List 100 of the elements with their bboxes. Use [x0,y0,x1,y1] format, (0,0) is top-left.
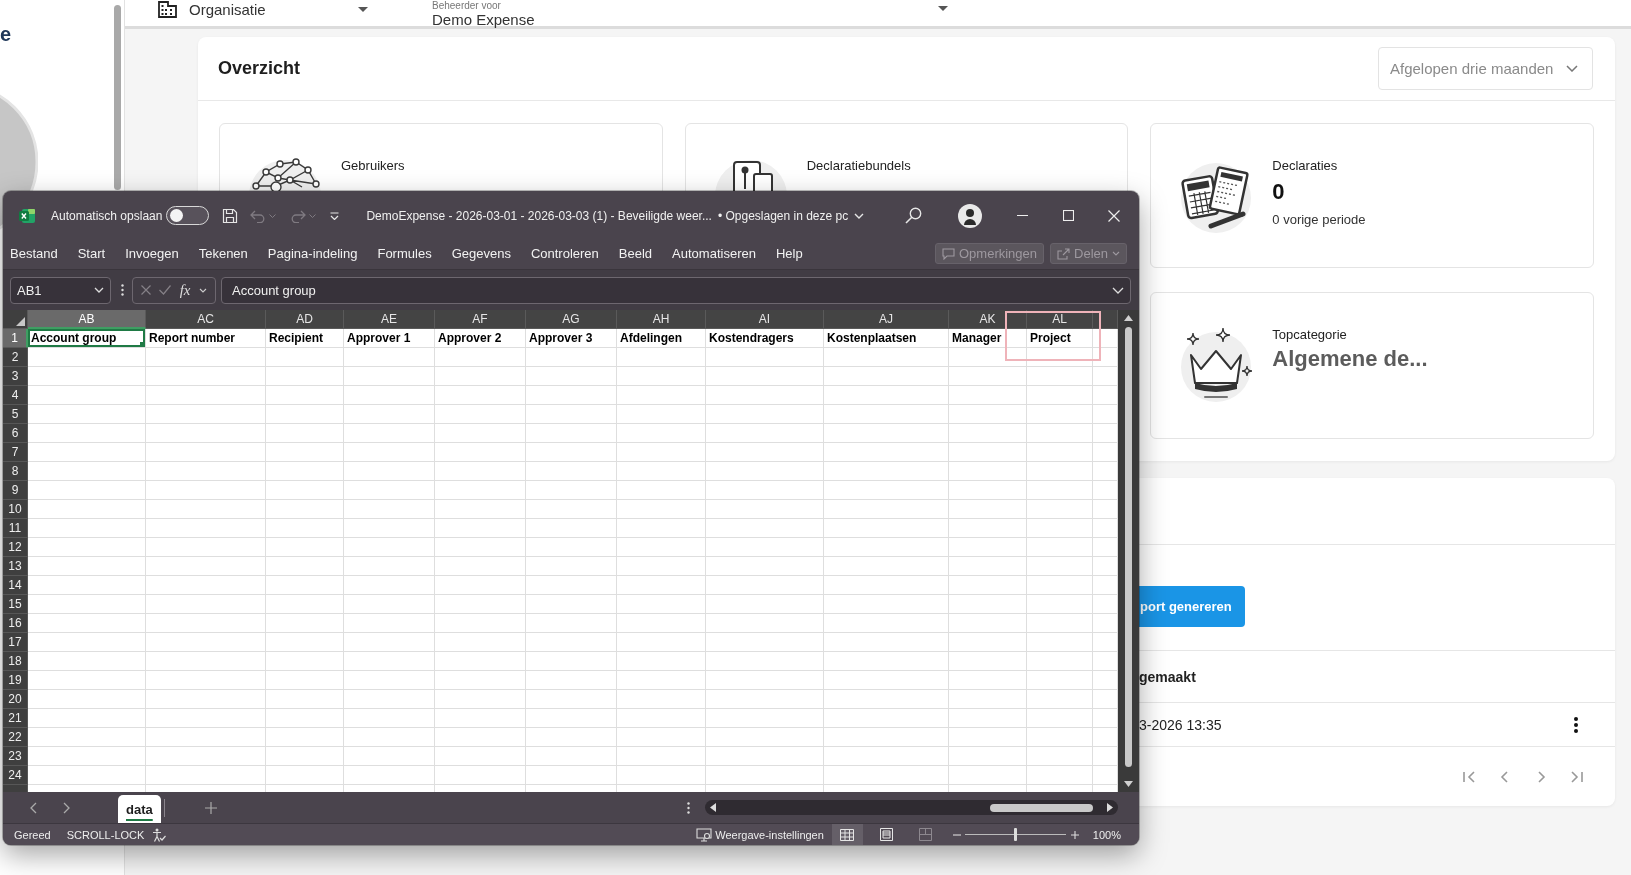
menu-tab[interactable]: Gegevens [451,246,511,261]
table-cell: Account group [28,329,146,348]
row-header[interactable]: 2 [3,348,28,367]
table-cell: 3-2026 13:35 [1139,716,1222,733]
close-icon[interactable] [1108,209,1120,222]
cancel-icon[interactable] [141,285,152,295]
column-header[interactable]: AD [266,310,344,329]
plus-icon[interactable] [204,801,217,814]
column-header[interactable]: AJ [824,310,949,329]
chevron-down-icon[interactable] [198,287,207,293]
zoom-level-text: 100% [1092,828,1121,841]
save-icon[interactable] [222,207,239,224]
table-cell: Afdelingen [617,329,706,348]
column-header[interactable]: AB [28,310,146,329]
row-header[interactable]: 24 [3,766,28,785]
row-header[interactable]: 19 [3,671,28,690]
menu-tab[interactable]: Invoegen [125,246,179,261]
menu-tab[interactable]: Automatiseren [672,246,756,261]
scroll-left-icon[interactable] [710,803,716,812]
name-box[interactable]: AB1 [10,276,111,304]
row-header[interactable]: 21 [3,709,28,728]
display-settings-button[interactable]: Weergave-instellingen [696,827,824,842]
row-header[interactable]: 15 [3,595,28,614]
more-icon[interactable] [1574,716,1578,733]
checkmark-icon[interactable] [159,285,172,295]
column-header[interactable]: AE [344,310,435,329]
save-status-menu[interactable]: • Opgeslagen in deze pc [717,208,865,223]
menu-tab[interactable]: Bestand [10,246,58,261]
document-title: DemoExpense - 2026-03-01 - 2026-03-03 (1) - Beveiligde weer... [366,208,712,223]
column-header[interactable]: AG [526,310,617,329]
manager-select[interactable]: Beheerder voor Demo Expense [432,0,948,28]
row-header[interactable]: 14 [3,576,28,595]
menu-tab[interactable]: Controleren [530,246,599,261]
horizontal-scrollbar[interactable] [705,800,1118,815]
menu-tab[interactable]: Pagina-indeling [267,246,358,261]
insert-function-button[interactable]: fx [179,281,191,299]
row-header[interactable]: 4 [3,386,28,405]
card-title: Overzicht [218,58,301,79]
first-page-icon[interactable] [1462,769,1476,784]
customize-caret-icon[interactable] [330,211,340,220]
chevron-right-icon[interactable] [63,801,70,814]
scroll-right-icon[interactable] [1107,803,1113,812]
row-header[interactable]: 13 [3,557,28,576]
table-cell: Recipient [266,329,344,348]
select-all-button[interactable] [3,310,28,329]
formula-field[interactable]: Account group [221,276,1131,304]
row-header[interactable]: 20 [3,690,28,709]
column-header[interactable]: AF [435,310,526,329]
row-header[interactable]: 10 [3,500,28,519]
avatar-icon[interactable] [958,203,982,228]
row-header[interactable]: 5 [3,405,28,424]
slider-thumb[interactable] [1014,828,1018,841]
scrollbar-thumb[interactable] [1125,327,1132,767]
row-header[interactable]: 6 [3,424,28,443]
column-header[interactable]: AH [617,310,706,329]
column-header[interactable]: AK [949,310,1027,329]
column-header[interactable]: AI [706,310,824,329]
row-header[interactable]: 3 [3,367,28,386]
row-header[interactable]: 9 [3,481,28,500]
sidebar-scrollbar[interactable] [114,5,121,190]
row-header[interactable]: 8 [3,462,28,481]
period-dropdown[interactable]: Afgelopen drie maanden [1378,47,1593,90]
menu-tab[interactable]: Beeld [618,246,653,261]
row-header[interactable]: 16 [3,614,28,633]
vertical-dots-icon[interactable] [121,284,124,296]
menu-tab[interactable]: Help [775,246,803,261]
stat-label: Gebruikers [341,157,405,175]
building-icon [158,0,177,18]
row-header[interactable]: 11 [3,519,28,538]
autosave-toggle[interactable] [166,206,210,225]
status-text: Gereed [14,828,51,841]
stat-label: Topcategorie [1272,326,1347,344]
stat-label: Declaraties [1272,157,1338,175]
row-header[interactable]: 23 [3,747,28,766]
row-header[interactable]: 1 [3,329,28,348]
row-header[interactable]: 18 [3,652,28,671]
row-header[interactable]: 12 [3,538,28,557]
maximize-icon[interactable] [1062,210,1074,221]
menu-tab[interactable]: Tekenen [198,246,248,261]
column-header[interactable]: AC [146,310,266,329]
vertical-dots-icon[interactable] [687,801,690,814]
scroll-down-icon[interactable] [1124,781,1133,787]
sheet-tab[interactable]: data [118,795,161,823]
menu-tab[interactable]: Start [77,246,106,261]
row-header[interactable]: 17 [3,633,28,652]
search-icon[interactable] [905,207,922,224]
normal-view-button[interactable] [831,824,863,845]
accessibility-icon[interactable] [152,827,167,842]
menu-tab[interactable]: Formules [377,246,432,261]
organization-dropdown[interactable]: Organisatie [158,0,368,18]
spreadsheet-icon[interactable] [19,207,35,224]
row-header[interactable]: 22 [3,728,28,747]
monitor-icon [696,827,713,842]
scrollbar-thumb[interactable] [990,803,1093,812]
chevron-left-icon[interactable] [30,801,37,814]
page-icon [879,828,893,841]
scroll-up-icon[interactable] [1124,315,1133,321]
last-page-icon[interactable] [1570,769,1584,784]
row-header[interactable]: 7 [3,443,28,462]
column-header[interactable] [1093,310,1118,329]
